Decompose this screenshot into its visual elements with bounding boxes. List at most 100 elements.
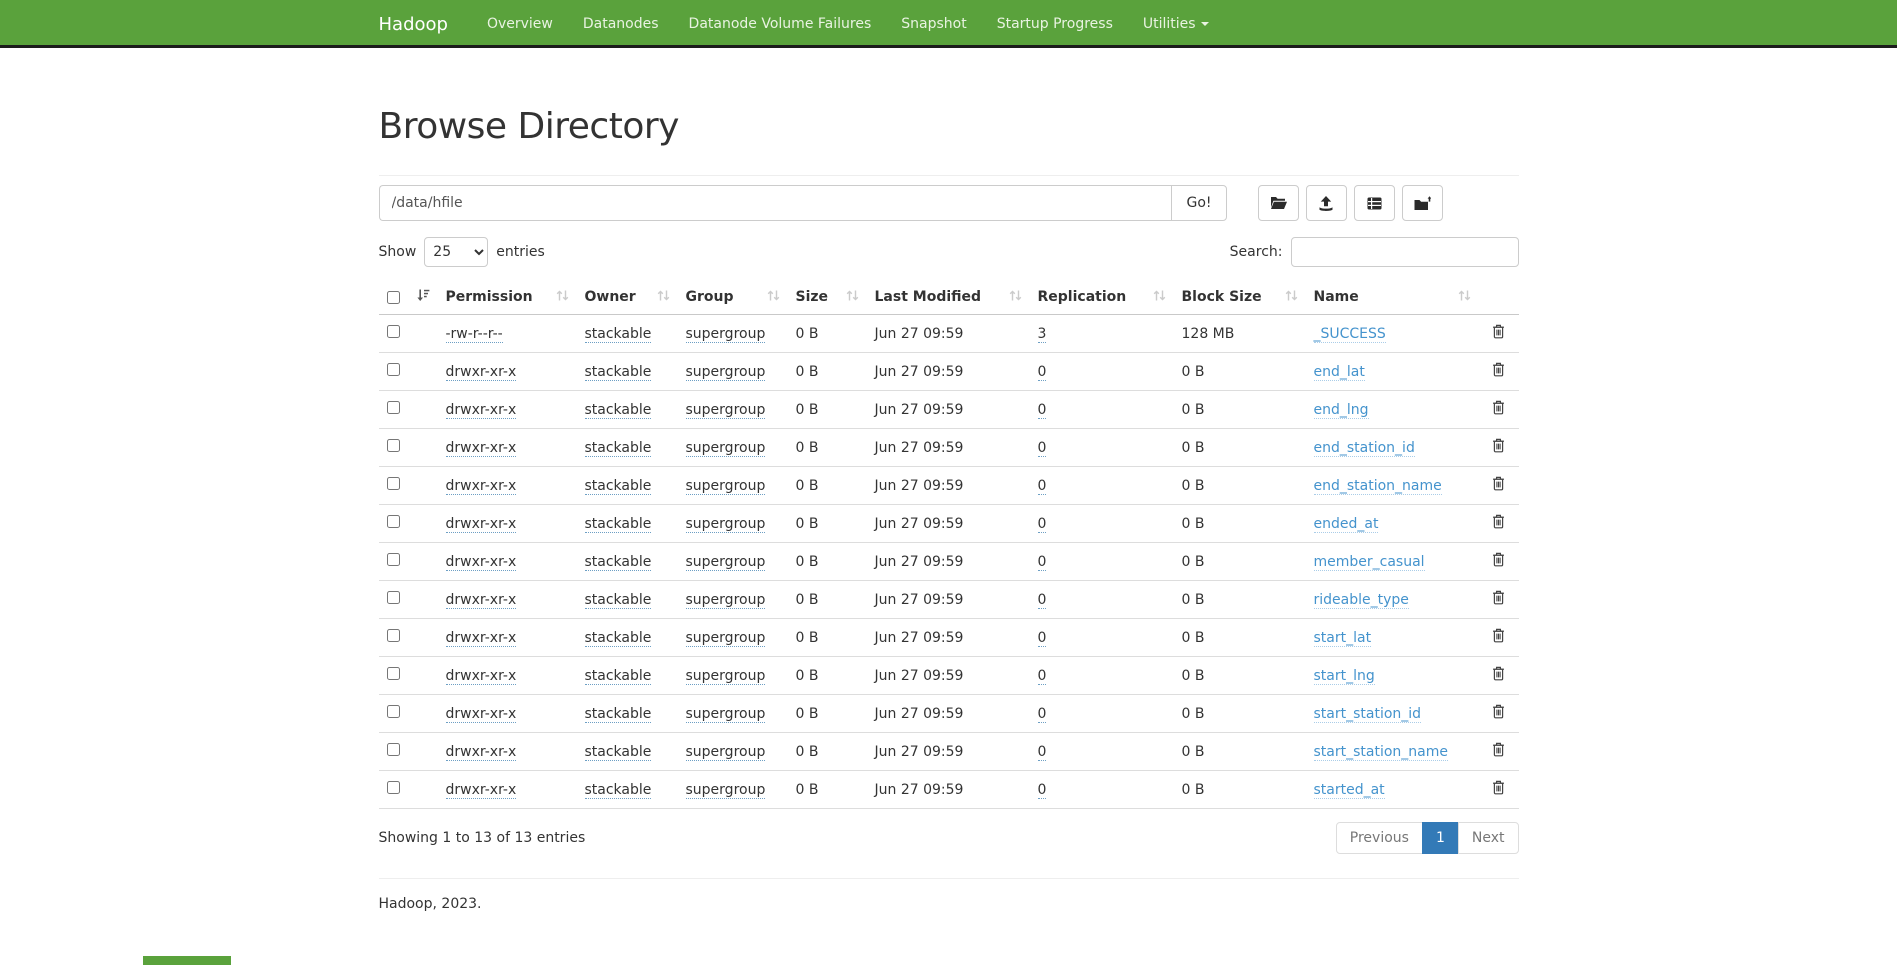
trash-icon[interactable] [1492, 362, 1505, 381]
trash-icon[interactable] [1492, 704, 1505, 723]
owner-value[interactable]: stackable [585, 326, 652, 343]
row-checkbox[interactable] [387, 363, 400, 376]
owner-value[interactable]: stackable [585, 554, 652, 571]
replication-value[interactable]: 0 [1038, 668, 1047, 685]
file-name-link[interactable]: _SUCCESS [1314, 326, 1386, 343]
row-checkbox[interactable] [387, 325, 400, 338]
replication-value[interactable]: 0 [1038, 440, 1047, 457]
list-view-button[interactable] [1354, 185, 1395, 221]
owner-value[interactable]: stackable [585, 630, 652, 647]
replication-value[interactable]: 0 [1038, 554, 1047, 571]
replication-value[interactable]: 0 [1038, 630, 1047, 647]
trash-icon[interactable] [1492, 590, 1505, 609]
permission-value[interactable]: drwxr-xr-x [446, 668, 517, 685]
replication-value[interactable]: 0 [1038, 478, 1047, 495]
trash-icon[interactable] [1492, 514, 1505, 533]
file-name-link[interactable]: end_lat [1314, 364, 1365, 381]
nav-item-datanode-volume-failures[interactable]: Datanode Volume Failures [674, 16, 887, 32]
group-value[interactable]: supergroup [686, 364, 766, 381]
nav-item-snapshot[interactable]: Snapshot [886, 16, 981, 32]
owner-value[interactable]: stackable [585, 668, 652, 685]
column-header-last-modified[interactable]: Last Modified [867, 280, 1030, 315]
trash-icon[interactable] [1492, 438, 1505, 457]
column-header-replication[interactable]: Replication [1030, 280, 1174, 315]
group-value[interactable]: supergroup [686, 440, 766, 457]
row-checkbox[interactable] [387, 743, 400, 756]
trash-icon[interactable] [1492, 476, 1505, 495]
file-name-link[interactable]: end_lng [1314, 402, 1369, 419]
file-name-link[interactable]: member_casual [1314, 554, 1425, 571]
row-checkbox[interactable] [387, 439, 400, 452]
replication-value[interactable]: 0 [1038, 516, 1047, 533]
move-files-button[interactable] [1402, 185, 1443, 221]
owner-value[interactable]: stackable [585, 402, 652, 419]
trash-icon[interactable] [1492, 742, 1505, 761]
owner-value[interactable]: stackable [585, 592, 652, 609]
owner-value[interactable]: stackable [585, 782, 652, 799]
trash-icon[interactable] [1492, 400, 1505, 419]
permission-value[interactable]: drwxr-xr-x [446, 402, 517, 419]
permission-value[interactable]: drwxr-xr-x [446, 592, 517, 609]
go-button[interactable]: Go! [1171, 185, 1226, 221]
row-checkbox[interactable] [387, 705, 400, 718]
owner-value[interactable]: stackable [585, 744, 652, 761]
column-header-size[interactable]: Size [788, 280, 867, 315]
permission-value[interactable]: -rw-r--r-- [446, 326, 503, 343]
select-all-header[interactable] [379, 280, 438, 315]
owner-value[interactable]: stackable [585, 364, 652, 381]
file-name-link[interactable]: rideable_type [1314, 592, 1409, 609]
replication-value[interactable]: 3 [1038, 326, 1047, 343]
row-checkbox[interactable] [387, 667, 400, 680]
file-name-link[interactable]: ended_at [1314, 516, 1379, 533]
replication-value[interactable]: 0 [1038, 592, 1047, 609]
owner-value[interactable]: stackable [585, 706, 652, 723]
group-value[interactable]: supergroup [686, 782, 766, 799]
permission-value[interactable]: drwxr-xr-x [446, 706, 517, 723]
pagination-page-1[interactable]: 1 [1422, 822, 1459, 854]
trash-icon[interactable] [1492, 324, 1505, 343]
group-value[interactable]: supergroup [686, 402, 766, 419]
select-all-checkbox[interactable] [387, 291, 400, 304]
row-checkbox[interactable] [387, 591, 400, 604]
group-value[interactable]: supergroup [686, 554, 766, 571]
file-name-link[interactable]: started_at [1314, 782, 1385, 799]
nav-item-datanodes[interactable]: Datanodes [568, 16, 674, 32]
group-value[interactable]: supergroup [686, 744, 766, 761]
replication-value[interactable]: 0 [1038, 744, 1047, 761]
group-value[interactable]: supergroup [686, 592, 766, 609]
file-name-link[interactable]: start_lat [1314, 630, 1372, 647]
group-value[interactable]: supergroup [686, 668, 766, 685]
file-name-link[interactable]: start_lng [1314, 668, 1375, 685]
page-size-select[interactable]: 25 [424, 237, 488, 267]
group-value[interactable]: supergroup [686, 516, 766, 533]
group-value[interactable]: supergroup [686, 630, 766, 647]
row-checkbox[interactable] [387, 553, 400, 566]
trash-icon[interactable] [1492, 552, 1505, 571]
nav-item-startup-progress[interactable]: Startup Progress [982, 16, 1128, 32]
column-header-owner[interactable]: Owner [577, 280, 678, 315]
permission-value[interactable]: drwxr-xr-x [446, 782, 517, 799]
file-name-link[interactable]: start_station_id [1314, 706, 1422, 723]
upload-files-button[interactable] [1306, 185, 1347, 221]
brand-hadoop[interactable]: Hadoop [379, 14, 448, 35]
permission-value[interactable]: drwxr-xr-x [446, 554, 517, 571]
nav-item-overview[interactable]: Overview [472, 16, 568, 32]
pagination-previous[interactable]: Previous [1336, 822, 1423, 854]
row-checkbox[interactable] [387, 629, 400, 642]
column-header-permission[interactable]: Permission [438, 280, 577, 315]
file-name-link[interactable]: end_station_id [1314, 440, 1415, 457]
permission-value[interactable]: drwxr-xr-x [446, 630, 517, 647]
permission-value[interactable]: drwxr-xr-x [446, 744, 517, 761]
file-name-link[interactable]: start_station_name [1314, 744, 1449, 761]
permission-value[interactable]: drwxr-xr-x [446, 440, 517, 457]
row-checkbox[interactable] [387, 515, 400, 528]
column-header-group[interactable]: Group [678, 280, 788, 315]
owner-value[interactable]: stackable [585, 516, 652, 533]
pagination-next[interactable]: Next [1458, 822, 1519, 854]
directory-path-input[interactable] [379, 185, 1172, 221]
trash-icon[interactable] [1492, 780, 1505, 799]
row-checkbox[interactable] [387, 477, 400, 490]
replication-value[interactable]: 0 [1038, 364, 1047, 381]
permission-value[interactable]: drwxr-xr-x [446, 478, 517, 495]
nav-item-utilities-dropdown[interactable]: Utilities [1128, 16, 1224, 32]
